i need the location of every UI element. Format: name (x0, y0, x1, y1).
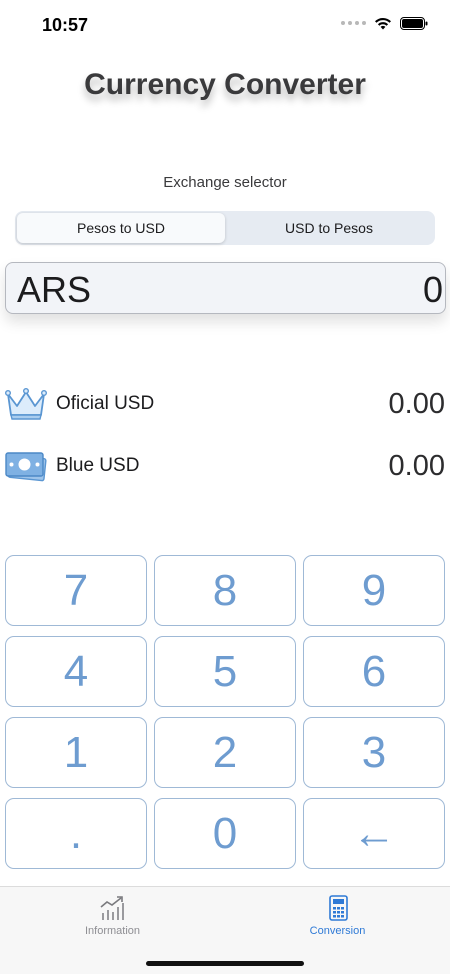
banknote-icon (5, 452, 47, 482)
key-6[interactable]: 6 (303, 636, 445, 707)
signal-dots-icon (341, 21, 366, 25)
key-3[interactable]: 3 (303, 717, 445, 788)
page-title: Currency Converter (84, 68, 366, 101)
rate-value-blue: 0.00 (388, 450, 445, 482)
rate-label-blue: Blue USD (56, 455, 140, 476)
rate-row-oficial: Oficial USD 0.00 (5, 384, 445, 424)
segment-usd-to-pesos[interactable]: USD to Pesos (225, 213, 433, 243)
key-7[interactable]: 7 (5, 555, 147, 626)
rate-row-blue: Blue USD 0.00 (5, 446, 445, 486)
amount-value: 0 (422, 269, 443, 310)
key-2[interactable]: 2 (154, 717, 296, 788)
segment-pesos-to-usd[interactable]: Pesos to USD (17, 213, 225, 243)
battery-icon (400, 16, 428, 30)
key-4[interactable]: 4 (5, 636, 147, 707)
currency-code: ARS (17, 269, 92, 310)
key-5[interactable]: 5 (154, 636, 296, 707)
home-indicator (146, 961, 304, 966)
tab-label-conversion: Conversion (309, 925, 366, 937)
tab-conversion[interactable]: Conversion (225, 895, 450, 937)
exchange-selector-label: Exchange selector (163, 174, 287, 191)
rate-label-oficial: Oficial USD (56, 393, 155, 414)
key-0[interactable]: 0 (154, 798, 296, 869)
key-9[interactable]: 9 (303, 555, 445, 626)
wifi-icon (375, 17, 391, 30)
key-8[interactable]: 8 (154, 555, 296, 626)
tab-information[interactable]: Information (0, 895, 225, 937)
status-bar: 10:57 (0, 0, 450, 50)
status-time: 10:57 (42, 15, 89, 35)
status-icons (341, 16, 428, 30)
key-backspace[interactable]: ← (303, 798, 445, 869)
key-decimal[interactable]: . (5, 798, 147, 869)
tab-label-information: Information (84, 925, 141, 937)
exchange-selector: Pesos to USD USD to Pesos (15, 211, 435, 245)
amount-display[interactable]: ARS 0 (5, 262, 446, 314)
crown-icon (5, 388, 47, 420)
key-1[interactable]: 1 (5, 717, 147, 788)
chart-icon (99, 896, 124, 920)
rate-value-oficial: 0.00 (388, 388, 445, 420)
calculator-icon (328, 895, 348, 921)
